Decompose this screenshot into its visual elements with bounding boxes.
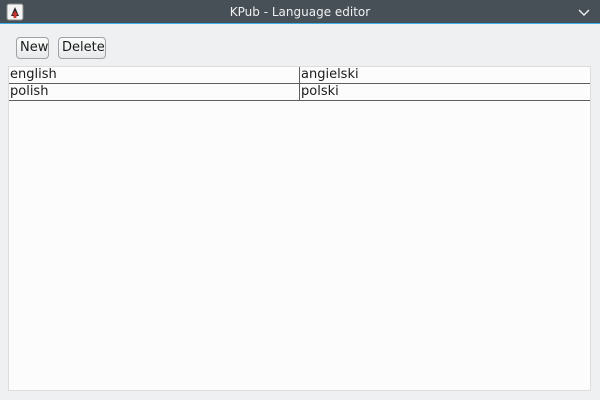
language-table[interactable]: english angielski polish polski <box>8 66 591 391</box>
language-editor-window: KPub - Language editor New Delete englis… <box>0 0 600 400</box>
toolbar: New Delete <box>0 24 600 66</box>
language-key-cell[interactable]: polish <box>9 83 300 101</box>
delete-button[interactable]: Delete <box>58 37 106 59</box>
chevron-down-icon[interactable] <box>576 4 592 20</box>
window-title: KPub - Language editor <box>229 5 371 19</box>
language-table-grid: english angielski polish polski <box>9 67 590 101</box>
table-row[interactable]: english angielski <box>9 67 590 84</box>
table-row[interactable]: polish polski <box>9 83 590 101</box>
title-bar[interactable]: KPub - Language editor <box>0 0 600 24</box>
language-value-cell[interactable]: polski <box>299 83 590 101</box>
language-value-cell[interactable]: angielski <box>299 67 590 84</box>
new-button[interactable]: New <box>16 37 49 59</box>
language-key-cell[interactable]: english <box>9 67 300 84</box>
